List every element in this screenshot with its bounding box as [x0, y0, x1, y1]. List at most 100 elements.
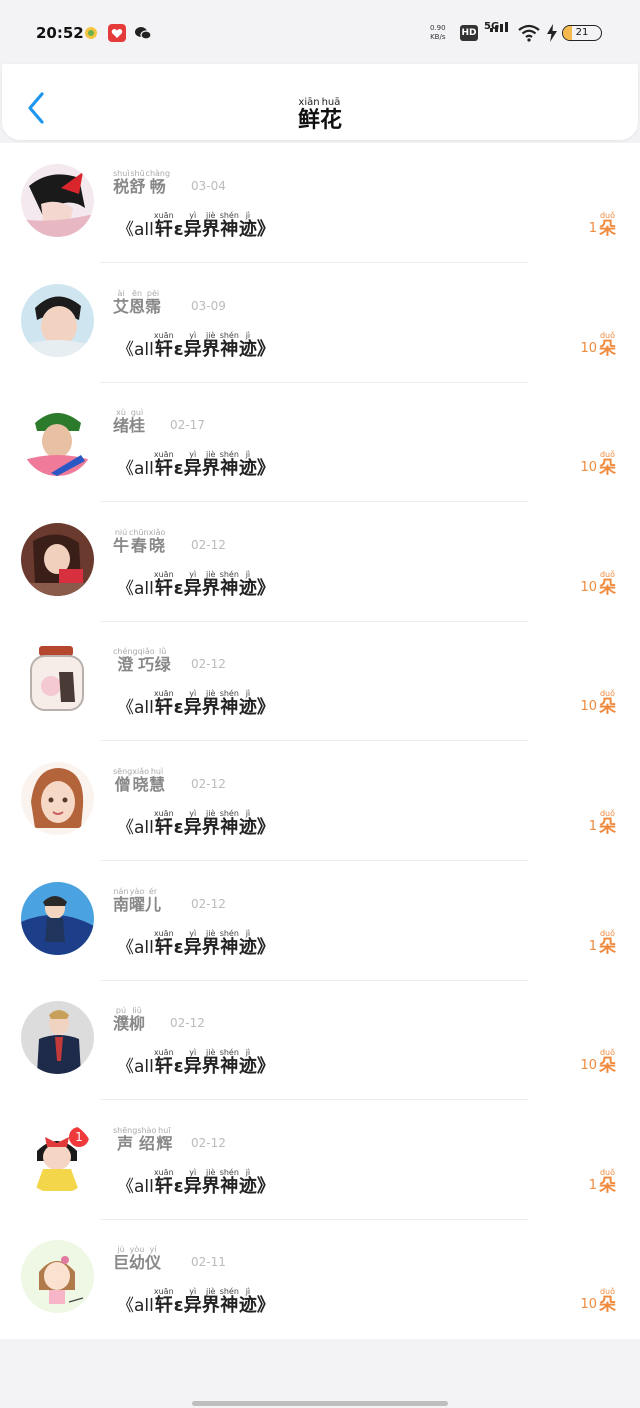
battery-level: 21 — [575, 27, 589, 38]
list-item[interactable]: xù 绪 guì 桂 02-17 《all xuān 轩 ε yì 异 jiè 界 shén 神 jì 迹 … — [0, 382, 640, 502]
sender-name: shēng 声 shào 绍 huī 辉 — [113, 1126, 172, 1153]
ruby-char: duǒ 朵 — [599, 1048, 616, 1076]
ruby-char: jiè 界 — [202, 211, 220, 240]
ruby-char: ε — [174, 689, 184, 718]
list-item[interactable]: shuì 税 shū 舒 chàng 畅 03-04 《all xuān 轩 ε yì 异 jiè 界 s… — [0, 143, 640, 263]
pinyin — [134, 924, 137, 933]
avatar[interactable] — [21, 403, 94, 476]
avatar[interactable] — [21, 1240, 94, 1313]
hanzi: 界 — [201, 1056, 220, 1078]
ruby-char: duǒ 朵 — [599, 1168, 616, 1196]
app-notification-icon — [82, 24, 100, 42]
hanzi: ε — [173, 219, 184, 241]
ruby-char: shén 神 — [220, 1048, 239, 1077]
ruby-char: 》 — [257, 331, 275, 360]
hanzi: 牛 — [113, 536, 130, 555]
hanzi: 绿 — [154, 655, 171, 674]
hanzi: 幼 — [129, 1253, 146, 1272]
ruby-char: jiè 界 — [202, 570, 220, 599]
flower-quantity: 10 duǒ 朵 — [580, 1287, 616, 1315]
hanzi: 界 — [201, 1176, 220, 1198]
hanzi: 异 — [183, 578, 202, 600]
quantity-number: 1 — [588, 938, 597, 954]
ruby-char: yì 异 — [184, 689, 202, 718]
ruby-char: xuān 轩 — [154, 689, 174, 718]
avatar[interactable] — [21, 523, 94, 596]
gift-title: 《all xuān 轩 ε yì 异 jiè 界 shén 神 jì 迹 》 — [117, 565, 275, 599]
list-item[interactable]: jù 巨 yòu 幼 yí 仪 02-11 《all xuān 轩 ε yì 异 jiè 界 shén 神 j… — [0, 1219, 640, 1339]
avatar[interactable]: 1 — [21, 1121, 94, 1194]
ruby-char: 》 — [257, 689, 275, 718]
ruby-char: ε — [174, 1287, 184, 1316]
ruby-char: ε — [174, 809, 184, 838]
flower-quantity: 1 duǒ 朵 — [589, 1168, 616, 1196]
ruby-char: ēn 恩 — [129, 289, 145, 316]
send-date: 02-12 — [170, 1016, 205, 1030]
hanzi: ε — [173, 1176, 184, 1198]
hanzi: 界 — [201, 339, 220, 361]
hanzi: 迹 — [238, 697, 257, 719]
gift-title: 《all xuān 轩 ε yì 异 jiè 界 shén 神 jì 迹 》 — [117, 1043, 275, 1077]
ruby-char: ε — [174, 450, 184, 479]
ruby-char: yì 异 — [184, 331, 202, 360]
hanzi: 桂 — [129, 416, 146, 435]
ruby-char: pú 濮 — [113, 1006, 129, 1033]
gift-prefix: 《all — [117, 804, 154, 838]
ruby-char: yòu 幼 — [129, 1245, 145, 1272]
ruby-char: niú 牛 — [113, 528, 129, 555]
hanzi: 朵 — [599, 458, 616, 478]
hanzi: 异 — [183, 937, 202, 959]
list-item[interactable]: niú 牛 chūn 春 xiǎo 晓 02-12 《all xuān 轩 ε yì 异 jiè 界 sh… — [0, 502, 640, 622]
ruby-char: xuān 轩 — [154, 809, 174, 838]
gift-prefix: 《all — [117, 206, 154, 240]
hanzi: 春 — [130, 536, 147, 555]
avatar[interactable] — [21, 882, 94, 955]
hanzi: 异 — [183, 339, 202, 361]
hanzi: 朵 — [599, 219, 616, 239]
hd-badge: HD — [460, 25, 478, 41]
quantity-number: 1 — [588, 1177, 597, 1193]
hanzi: ε — [173, 817, 184, 839]
gift-prefix: 《all — [117, 684, 154, 718]
avatar[interactable] — [21, 1001, 94, 1074]
avatar[interactable] — [21, 762, 94, 835]
avatar[interactable] — [21, 164, 94, 237]
ruby-char: ér 儿 — [145, 887, 161, 914]
hanzi: 朵 — [599, 578, 616, 598]
ruby-char: xuān 轩 — [154, 450, 174, 479]
hanzi: 》 — [256, 339, 275, 361]
hanzi: 轩 — [154, 1056, 173, 1078]
gift-prefix: 《all — [117, 1163, 154, 1197]
ruby-char: shén 神 — [220, 1287, 239, 1316]
list-item[interactable]: ài 艾 ēn 恩 pèi 霈 03-09 《all xuān 轩 ε yì 异 jiè 界 shén 神 j… — [0, 263, 640, 383]
hanzi: 轩 — [154, 1176, 173, 1198]
list-item[interactable]: chéng 澄 qiǎo 巧 lǜ 绿 02-12 《all xuān 轩 ε yì 异 jiè 界 sh… — [0, 621, 640, 741]
ruby-char: duǒ 朵 — [599, 570, 616, 598]
hanzi: 轩 — [154, 697, 173, 719]
hanzi: 僧 — [114, 775, 131, 794]
hanzi: 辉 — [156, 1134, 173, 1153]
ruby-char: huī 辉 — [156, 1126, 172, 1153]
hanzi: 仪 — [145, 1253, 162, 1272]
pinyin: xiān — [298, 97, 320, 108]
hanzi: 迹 — [238, 1056, 257, 1078]
gift-title: 《all xuān 轩 ε yì 异 jiè 界 shén 神 jì 迹 》 — [117, 684, 275, 718]
send-date: 02-12 — [191, 1136, 226, 1150]
hanzi: 神 — [220, 339, 239, 361]
avatar[interactable] — [21, 642, 94, 715]
send-date: 02-11 — [191, 1255, 226, 1269]
avatar[interactable] — [21, 284, 94, 357]
hanzi: 曜 — [129, 895, 146, 914]
ruby-char: xuān 轩 — [154, 211, 174, 240]
hanzi: ε — [173, 339, 184, 361]
list-item[interactable]: pú 濮 liǔ 柳 02-12 《all xuān 轩 ε yì 异 jiè 界 shén 神 jì 迹 … — [0, 980, 640, 1100]
hanzi: 迹 — [238, 1295, 257, 1317]
hanzi: 迹 — [238, 1176, 257, 1198]
list-item[interactable]: nán 南 yào 曜 ér 儿 02-12 《all xuān 轩 ε yì 异 jiè 界 shén 神… — [0, 861, 640, 981]
list-item[interactable]: sēng 僧 xiǎo 晓 huì 慧 02-12 《all xuān 轩 ε yì 异 jiè 界 sh… — [0, 741, 640, 861]
home-indicator[interactable] — [192, 1401, 448, 1406]
hanzi: 》 — [256, 458, 275, 480]
gift-prefix: 《all — [117, 326, 154, 360]
ruby-char: jì 迹 — [239, 1168, 257, 1197]
list-item[interactable]: 1 shēng 声 shào 绍 huī 辉 02-12 《all xuān 轩 ε yì 异 jiè 界… — [0, 1100, 640, 1220]
